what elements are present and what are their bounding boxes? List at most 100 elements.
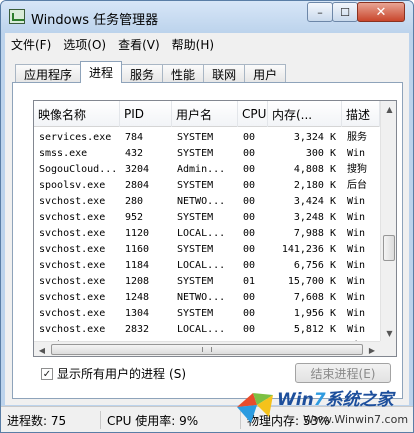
scroll-down-icon[interactable]: ▼ xyxy=(381,325,396,342)
table-row[interactable]: smss.exe 432 SYSTEM 00 300 K Win xyxy=(34,146,380,162)
cell-memory: 6,756 K xyxy=(293,260,336,271)
table-row[interactable]: svchost.exe 1208 SYSTEM 01 15,700 K Win xyxy=(34,274,380,290)
close-button[interactable]: ✕ xyxy=(357,2,405,22)
vertical-scroll-thumb[interactable] xyxy=(383,235,395,261)
watermark: Win7系统之家 Www.Winwin7.com xyxy=(233,379,413,432)
table-row[interactable]: svchost.exe 2832 LOCAL... 00 5,812 K Win xyxy=(34,322,380,338)
cell-pid: 1248 xyxy=(125,292,150,303)
cell-description: Win xyxy=(347,308,366,319)
cell-cpu: 00 xyxy=(243,180,256,191)
cell-user-name: SYSTEM xyxy=(177,180,214,191)
title-bar[interactable]: Windows 任务管理器 – ☐ ✕ xyxy=(1,1,413,33)
cell-user-name: LOCAL... xyxy=(177,324,226,335)
show-all-users-label[interactable]: 显示所有用户的进程 xyxy=(57,365,165,382)
column-user-name[interactable]: 用户名 xyxy=(172,101,238,127)
windows-logo-icon xyxy=(237,393,273,423)
table-row[interactable]: SogouCloud... 3204 Admin... 00 4,808 K 搜狗 xyxy=(34,162,380,178)
cell-description: Win xyxy=(347,276,366,287)
table-row[interactable]: svchost.exe 1304 SYSTEM 00 1,956 K Win xyxy=(34,306,380,322)
show-all-users-checkbox[interactable]: ✓ xyxy=(41,367,53,380)
scroll-grip-icon xyxy=(202,347,212,352)
cell-pid: 1208 xyxy=(125,276,150,287)
column-cpu[interactable]: CPU xyxy=(238,101,268,127)
cell-memory: 141,236 K xyxy=(281,244,336,255)
menu-options[interactable]: 选项(O) xyxy=(57,36,112,53)
maximize-button[interactable]: ☐ xyxy=(332,2,358,22)
table-row[interactable]: svchost.exe 1160 SYSTEM 00 141,236 K Win xyxy=(34,242,380,258)
cell-description: Win xyxy=(347,324,366,335)
menu-file[interactable]: 文件(F) xyxy=(5,36,57,53)
watermark-title: Win7系统之家 xyxy=(277,385,394,410)
column-header-row: 映像名称 PID 用户名 CPU 内存(... 描述 xyxy=(34,101,380,127)
cell-user-name: Admin... xyxy=(177,164,226,175)
scroll-right-icon[interactable]: ▶ xyxy=(364,342,380,356)
task-manager-icon xyxy=(9,9,25,24)
column-image-name[interactable]: 映像名称 xyxy=(34,101,120,127)
cell-description: Win xyxy=(347,212,366,223)
cell-pid: 1184 xyxy=(125,260,150,271)
cell-cpu: 00 xyxy=(243,228,256,239)
cell-user-name: SYSTEM xyxy=(177,244,214,255)
client-area: 应用程序 进程 服务 性能 联网 用户 映像名称 PID 用户名 CPU 内存(… xyxy=(5,55,409,405)
cell-description: 服务 xyxy=(347,132,367,143)
table-row[interactable]: svchost.exe 1120 LOCAL... 00 7,988 K Win xyxy=(34,226,380,242)
cell-description: Win xyxy=(347,292,366,303)
cell-pid: 952 xyxy=(125,212,144,223)
minimize-button[interactable]: – xyxy=(307,2,333,22)
cell-memory: 300 K xyxy=(305,148,336,159)
show-all-users-checkbox-row[interactable]: ✓ 显示所有用户的进程 (S) xyxy=(41,365,186,382)
cell-user-name: SYSTEM xyxy=(177,148,214,159)
cell-user-name: SYSTEM xyxy=(177,276,214,287)
cell-image-name: services.exe xyxy=(39,132,112,143)
cell-cpu: 00 xyxy=(243,212,256,223)
cell-pid: 2832 xyxy=(125,324,150,335)
process-list[interactable]: 映像名称 PID 用户名 CPU 内存(... 描述 services.exe 7… xyxy=(33,100,397,357)
table-row[interactable]: services.exe 784 SYSTEM 00 3,324 K 服务 xyxy=(34,130,380,146)
cell-image-name: svchost.exe xyxy=(39,196,106,207)
window-title: Windows 任务管理器 xyxy=(31,13,159,28)
menu-help[interactable]: 帮助(H) xyxy=(166,36,220,53)
cell-cpu: 00 xyxy=(243,292,256,303)
horizontal-scroll-thumb[interactable] xyxy=(51,344,363,355)
tab-strip: 应用程序 进程 服务 性能 联网 用户 xyxy=(15,61,287,83)
cell-memory: 2,180 K xyxy=(293,180,336,191)
table-row[interactable]: spoolsv.exe 2804 SYSTEM 00 2,180 K 后台 xyxy=(34,178,380,194)
column-pid[interactable]: PID xyxy=(120,101,172,127)
cell-image-name: SogouCloud... xyxy=(39,164,118,175)
watermark-title-accent: 7 xyxy=(313,390,326,410)
table-row[interactable]: svchost.exe 280 NETWO... 00 3,424 K Win xyxy=(34,194,380,210)
cell-memory: 3,248 K xyxy=(293,212,336,223)
cell-cpu: 00 xyxy=(243,196,256,207)
vertical-scrollbar[interactable]: ▲ ▼ xyxy=(380,101,396,342)
cell-user-name: NETWO... xyxy=(177,196,226,207)
cell-image-name: svchost.exe xyxy=(39,276,106,287)
cell-memory: 7,988 K xyxy=(293,228,336,239)
tab-networking[interactable]: 联网 xyxy=(203,64,246,83)
table-row[interactable]: svchost.exe 1248 NETWO... 00 7,608 K Win xyxy=(34,290,380,306)
show-all-users-shortcut: (S) xyxy=(169,366,186,381)
column-memory[interactable]: 内存(... xyxy=(268,101,342,127)
menu-view[interactable]: 查看(V) xyxy=(112,36,166,53)
tab-performance[interactable]: 性能 xyxy=(162,64,205,83)
scroll-left-icon[interactable]: ◀ xyxy=(34,342,50,356)
processes-panel: 映像名称 PID 用户名 CPU 内存(... 描述 services.exe 7… xyxy=(12,82,403,399)
horizontal-scrollbar[interactable]: ◀ ▶ xyxy=(34,341,380,356)
column-description[interactable]: 描述 xyxy=(342,101,380,127)
cell-memory: 7,608 K xyxy=(293,292,336,303)
table-row[interactable]: svchost.exe 1184 LOCAL... 00 6,756 K Win xyxy=(34,258,380,274)
cell-cpu: 00 xyxy=(243,324,256,335)
cell-memory: 3,324 K xyxy=(293,132,336,143)
process-rows: services.exe 784 SYSTEM 00 3,324 K 服务 smss.exe… xyxy=(34,130,380,354)
table-row[interactable]: svchost.exe 952 SYSTEM 00 3,248 K Win xyxy=(34,210,380,226)
cell-cpu: 01 xyxy=(243,276,256,287)
task-manager-window: Windows 任务管理器 – ☐ ✕ 文件(F) 选项(O) 查看(V) 帮助… xyxy=(0,0,414,433)
scrollbar-corner xyxy=(380,341,396,356)
cell-description: 后台 xyxy=(347,180,367,191)
status-process-count: 进程数: 75 xyxy=(1,411,101,429)
tab-services[interactable]: 服务 xyxy=(121,64,164,83)
scroll-up-icon[interactable]: ▲ xyxy=(381,101,396,118)
tab-users[interactable]: 用户 xyxy=(244,64,287,83)
cell-cpu: 00 xyxy=(243,132,256,143)
tab-processes[interactable]: 进程 xyxy=(80,61,123,83)
tab-applications[interactable]: 应用程序 xyxy=(15,64,82,83)
